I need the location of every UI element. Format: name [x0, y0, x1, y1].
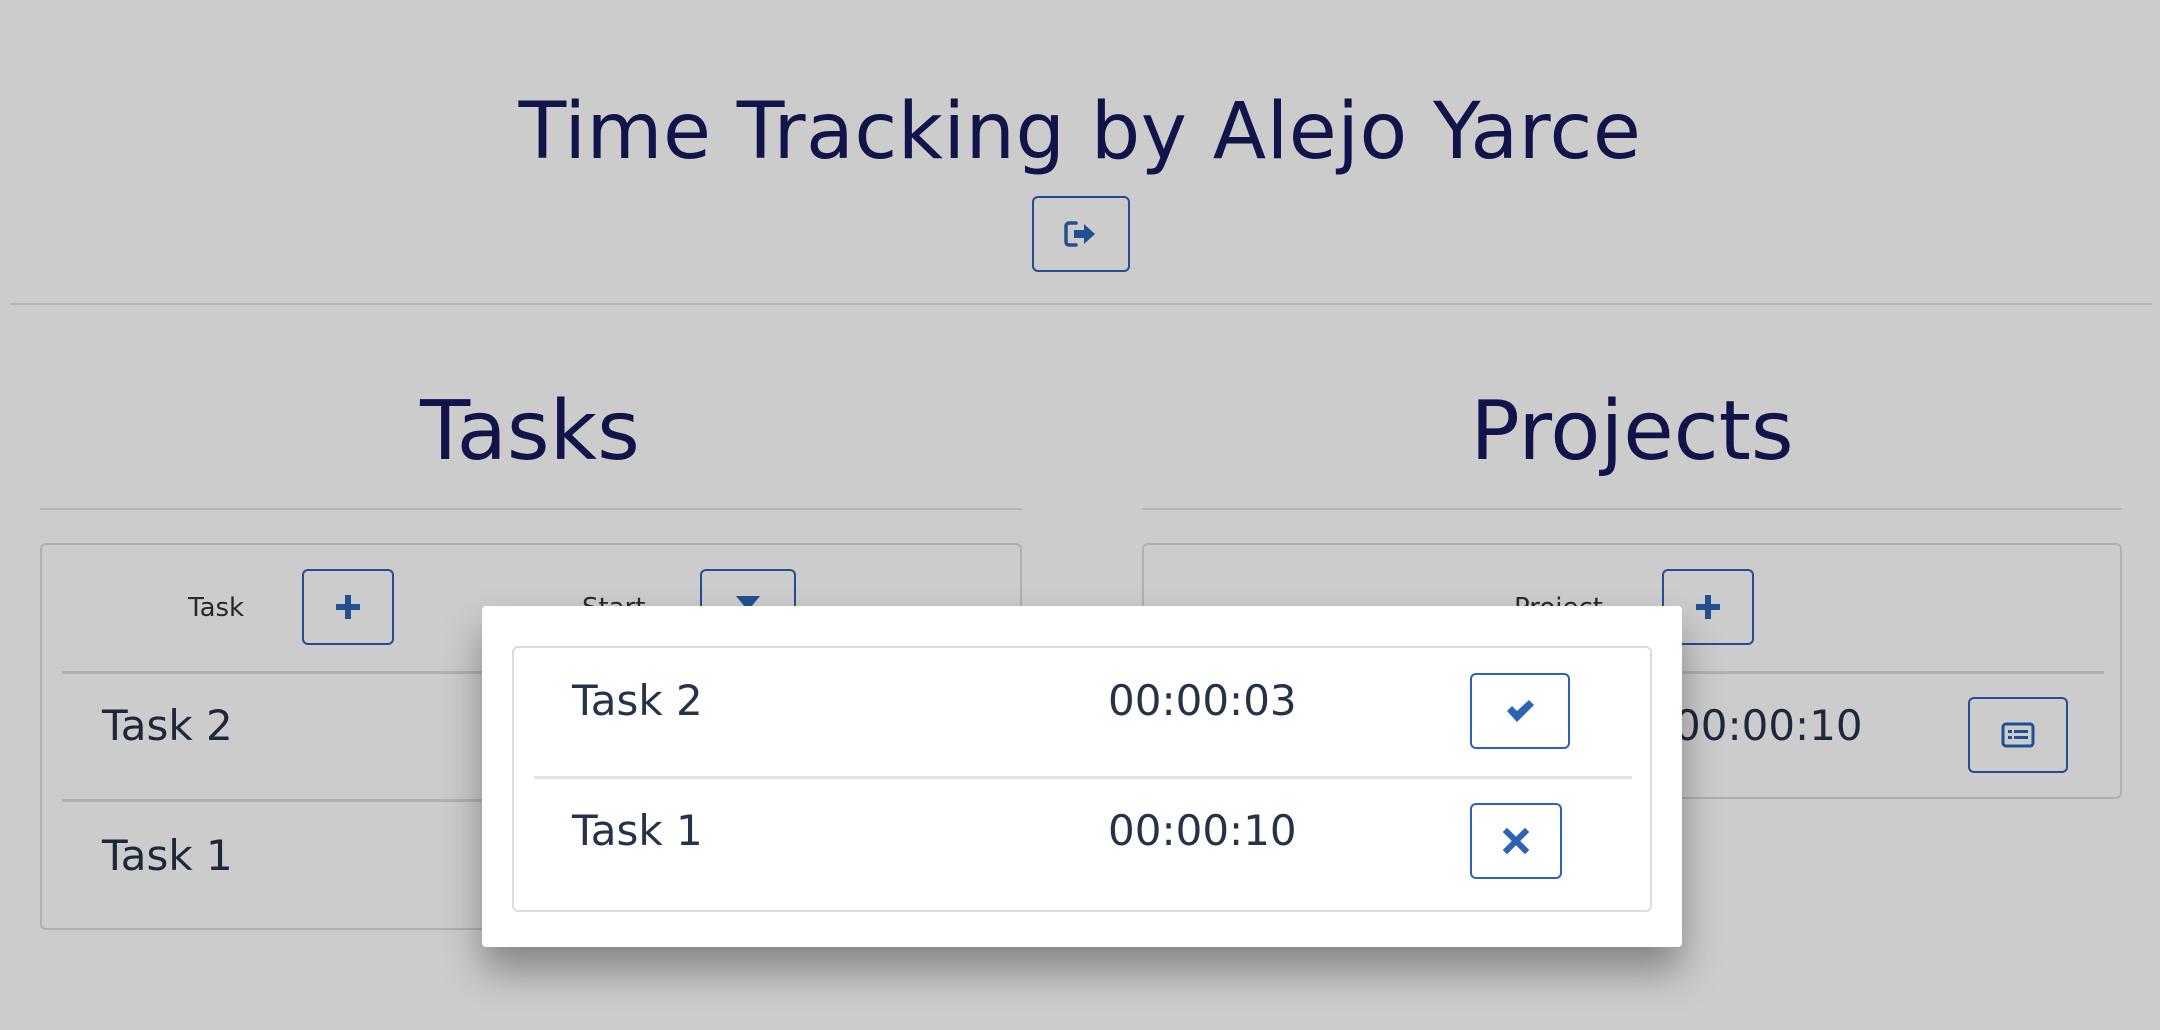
modal-task-name: Task 1: [572, 806, 703, 855]
confirm-task-button[interactable]: [1470, 673, 1570, 749]
check-icon: [1504, 698, 1536, 724]
times-icon: [1503, 828, 1529, 854]
modal-task-name: Task 2: [572, 676, 703, 725]
remove-task-button[interactable]: [1470, 803, 1562, 879]
app-page: Time Tracking by Alejo Yarce Tasks Task …: [0, 0, 2160, 1030]
modal-task-time: 00:00:03: [1108, 676, 1297, 725]
task-timer-modal: Task 2 00:00:03 Task 1 00:00:10: [482, 606, 1682, 947]
modal-task-time: 00:00:10: [1108, 806, 1297, 855]
